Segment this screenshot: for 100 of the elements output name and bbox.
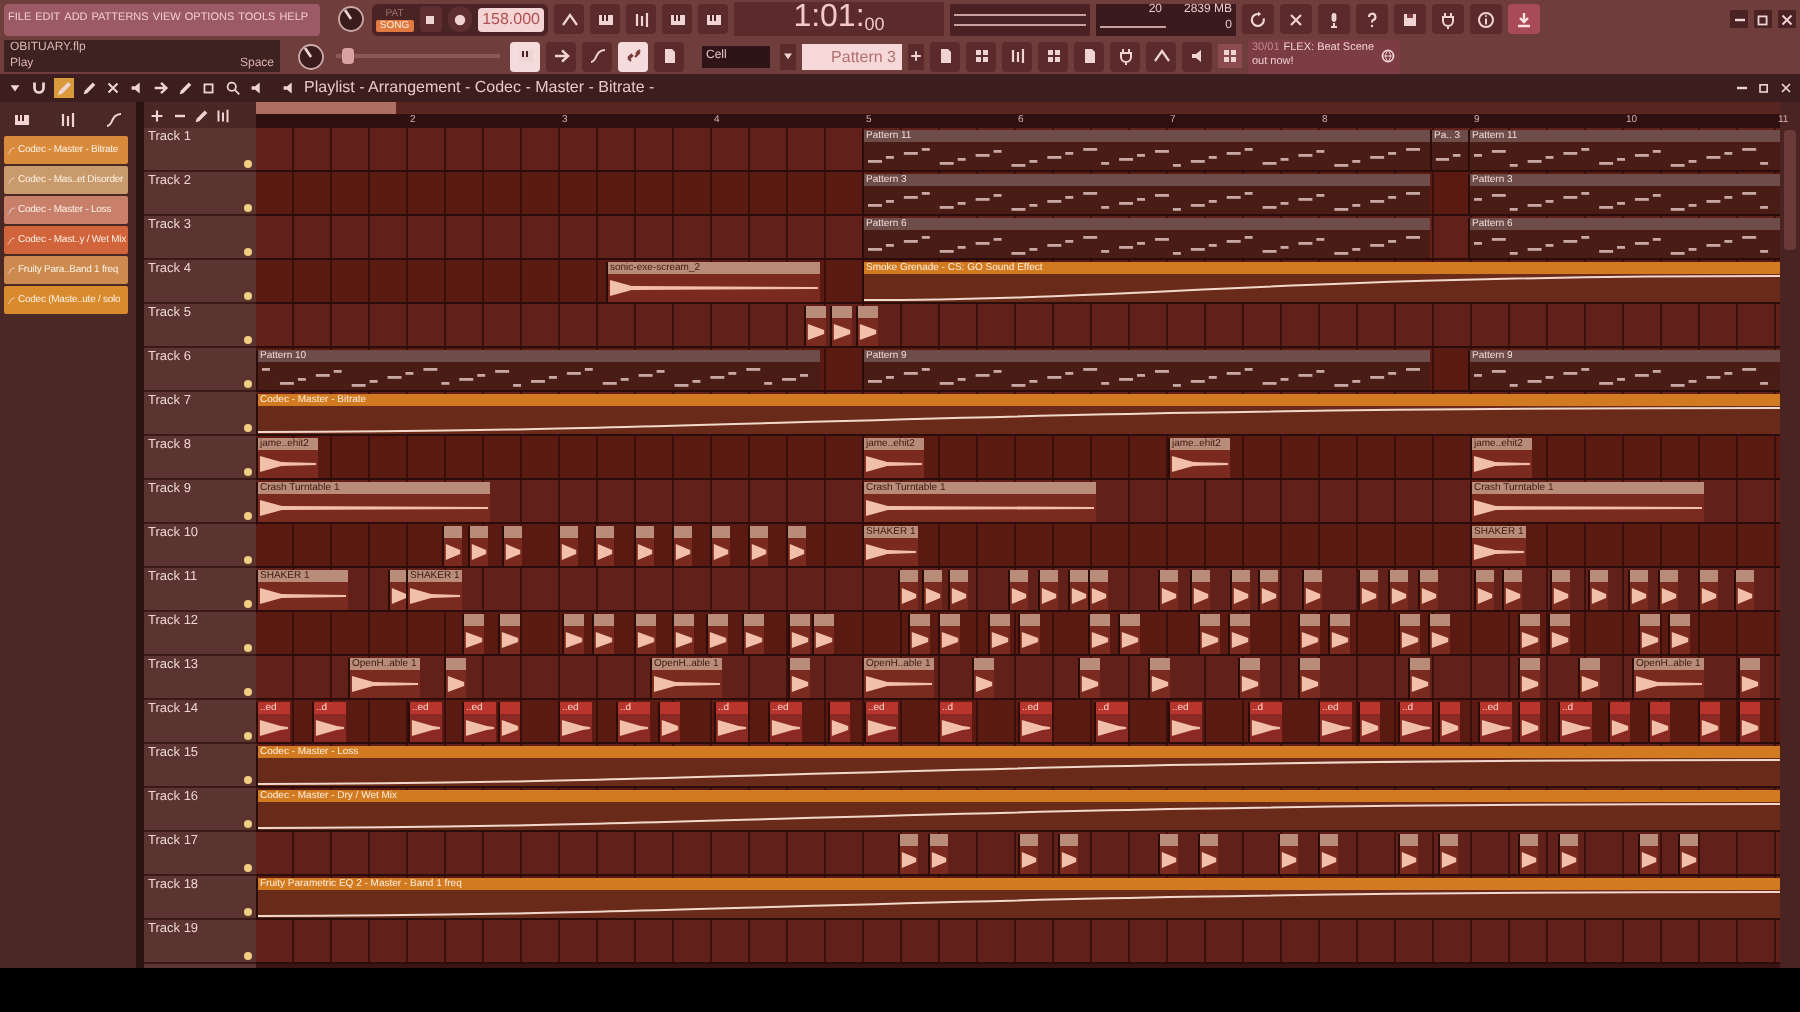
audio-clip[interactable]: [1550, 570, 1570, 610]
plus-button[interactable]: [148, 106, 166, 124]
arrow-right-button[interactable]: [152, 79, 170, 97]
mute-led[interactable]: [244, 424, 252, 432]
audio-clip[interactable]: [1408, 658, 1430, 698]
piano-keys-button[interactable]: [12, 109, 33, 129]
piano-keys-button[interactable]: [698, 4, 728, 34]
audio-clip[interactable]: [634, 614, 656, 654]
speaker-button[interactable]: [280, 79, 298, 97]
download-button[interactable]: [1508, 4, 1540, 34]
audio-clip[interactable]: [1230, 570, 1250, 610]
speaker-button[interactable]: [128, 79, 146, 97]
pencil-button[interactable]: [192, 106, 210, 124]
grid-button[interactable]: [1218, 44, 1242, 68]
mute-led[interactable]: [244, 688, 252, 696]
mute-led[interactable]: [244, 820, 252, 828]
audio-clip[interactable]: [710, 526, 730, 566]
mute-led[interactable]: [244, 908, 252, 916]
tempo-field[interactable]: 158.000: [478, 7, 544, 31]
audio-clip[interactable]: [804, 306, 826, 346]
audio-clip[interactable]: [1398, 614, 1420, 654]
bars-button[interactable]: [626, 4, 656, 34]
pencil-button[interactable]: [80, 79, 98, 97]
pitch-slider[interactable]: [336, 48, 500, 64]
audio-clip[interactable]: [1418, 570, 1438, 610]
microphone-button[interactable]: [1318, 4, 1350, 34]
refresh-button[interactable]: [1242, 4, 1274, 34]
audio-clip[interactable]: [672, 614, 694, 654]
mute-led[interactable]: [244, 204, 252, 212]
audio-clip[interactable]: [1518, 834, 1538, 874]
grid-button[interactable]: [1038, 41, 1068, 71]
audio-clip[interactable]: [898, 834, 918, 874]
audio-clip[interactable]: [444, 658, 466, 698]
mute-led[interactable]: [244, 380, 252, 388]
bars-button[interactable]: [214, 106, 232, 124]
audio-clip[interactable]: [1648, 702, 1670, 742]
audio-clip[interactable]: [1358, 570, 1378, 610]
curve-button[interactable]: [103, 109, 124, 129]
audio-clip[interactable]: [748, 526, 768, 566]
audio-clip[interactable]: [1298, 614, 1320, 654]
audio-clip[interactable]: [468, 526, 488, 566]
audio-clip[interactable]: [592, 614, 614, 654]
audio-clip[interactable]: [830, 306, 852, 346]
info-button[interactable]: [1470, 4, 1502, 34]
audio-clip[interactable]: [1678, 834, 1698, 874]
vertical-scrollbar[interactable]: [1780, 102, 1800, 968]
audio-clip[interactable]: [1734, 570, 1754, 610]
audio-clip[interactable]: [1518, 614, 1540, 654]
audio-clip[interactable]: [1258, 570, 1278, 610]
pitch-slider-thumb[interactable]: [342, 48, 355, 64]
bars-button[interactable]: [57, 109, 78, 129]
audio-clip[interactable]: [828, 702, 850, 742]
search-button[interactable]: [224, 79, 242, 97]
close-button[interactable]: [1280, 4, 1312, 34]
tool-toggle[interactable]: [582, 41, 612, 71]
audio-clip[interactable]: [558, 526, 578, 566]
mute-led[interactable]: [244, 732, 252, 740]
audio-clip[interactable]: [948, 570, 968, 610]
audio-clip[interactable]: [898, 570, 918, 610]
audio-clip[interactable]: [1668, 614, 1690, 654]
audio-clip[interactable]: [1148, 658, 1170, 698]
audio-clip[interactable]: [498, 614, 520, 654]
grid-button[interactable]: [966, 41, 996, 71]
audio-clip[interactable]: [1388, 570, 1408, 610]
master-pitch-knob[interactable]: [294, 40, 326, 72]
restore-button[interactable]: [200, 79, 218, 97]
audio-clip[interactable]: [1398, 834, 1418, 874]
audio-clip[interactable]: [1474, 570, 1494, 610]
tool-toggle[interactable]: [546, 41, 576, 71]
audio-clip[interactable]: [1008, 570, 1028, 610]
caret-button[interactable]: [780, 43, 796, 69]
mute-led[interactable]: [244, 468, 252, 476]
audio-clip[interactable]: [988, 614, 1010, 654]
piano-keys-button[interactable]: [662, 4, 692, 34]
audio-clip[interactable]: [1018, 614, 1040, 654]
mute-led[interactable]: [244, 556, 252, 564]
page-button[interactable]: [1074, 41, 1104, 71]
tool-toggle[interactable]: [654, 41, 684, 71]
audio-clip[interactable]: [786, 526, 806, 566]
audio-clip[interactable]: [1502, 570, 1522, 610]
piano-keys-button[interactable]: [590, 4, 620, 34]
audio-clip[interactable]: [1518, 658, 1540, 698]
audio-clip[interactable]: [1658, 570, 1678, 610]
audio-clip[interactable]: [1038, 570, 1058, 610]
plug-button[interactable]: [1110, 41, 1140, 71]
audio-clip[interactable]: [1578, 658, 1600, 698]
audio-clip[interactable]: [442, 526, 462, 566]
audio-clip[interactable]: [1358, 702, 1380, 742]
mute-led[interactable]: [244, 952, 252, 960]
audio-clip[interactable]: [498, 702, 520, 742]
restore-button[interactable]: [1754, 10, 1772, 28]
close-button[interactable]: [1778, 80, 1794, 96]
audio-clip[interactable]: [1088, 614, 1110, 654]
mute-led[interactable]: [244, 776, 252, 784]
tool-toggle[interactable]: [618, 41, 648, 71]
audio-clip[interactable]: [1058, 834, 1078, 874]
audio-clip[interactable]: [1548, 614, 1570, 654]
audio-clip[interactable]: [1638, 834, 1658, 874]
audio-clip[interactable]: [1438, 834, 1458, 874]
pencil-button[interactable]: [176, 79, 194, 97]
